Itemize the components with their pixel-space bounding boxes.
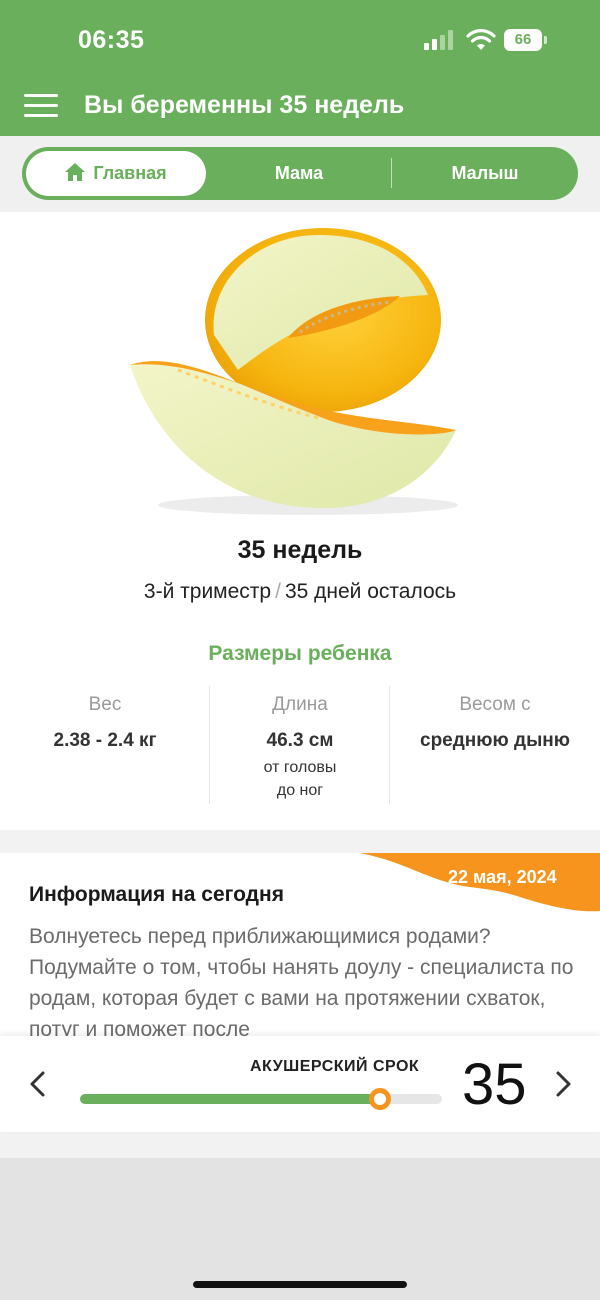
term-slider-panel: АКУШЕРСКИЙ СРОК 35 [0,1036,600,1132]
size-weight: Вес 2.38 - 2.4 кг [15,686,195,752]
size-length-note-line2: до ног [276,782,324,799]
home-icon [65,163,86,181]
tab-home[interactable]: Главная [26,151,206,196]
days-left-text: 35 дней осталось [284,580,457,603]
chevron-right-icon[interactable] [554,1070,574,1098]
home-indicator [193,1281,407,1288]
battery-tip [544,36,547,44]
size-divider [389,686,390,804]
page-title: Вы беременны 35 недель [84,91,405,119]
bottom-area [0,1158,600,1300]
status-time: 06:35 [78,26,145,54]
tab-mama[interactable]: Мама [208,151,390,196]
wifi-icon [466,29,496,50]
week-summary-card: 35 недель 3-й триместр/35 дней осталось … [0,212,600,830]
trimester-line: 3-й триместр/35 дней осталось [0,580,600,604]
tab-bar-container: Главная Мама Малыш [0,136,600,212]
tab-baby[interactable]: Малыш [394,151,576,196]
status-bar: 06:35 66 [0,0,600,80]
trimester-text: 3-й триместр [143,580,272,603]
app-header: 06:35 66 Вы беременны 35 недель [0,0,600,136]
size-length: Длина 46.3 см от головы до ног [210,686,390,802]
weeks-title: 35 недель [237,536,363,564]
chevron-left-icon[interactable] [27,1070,47,1098]
size-weight-value: 2.38 - 2.4 кг [53,730,157,751]
info-text: Волнуетесь перед приближающимися родами?… [29,925,574,1041]
term-label: АКУШЕРСКИЙ СРОК [250,1058,420,1075]
melon-icon [130,228,458,515]
daily-info-card[interactable]: 22 мая, 2024 Информация на сегодня Волну… [0,853,600,1043]
term-slider-thumb[interactable] [369,1088,392,1110]
size-length-value: 46.3 см [266,730,334,751]
size-weight-label: Вес [88,694,122,715]
tab-divider [391,158,392,188]
subline-separator: / [275,580,281,603]
size-comparison-value: среднюю дыню [420,730,570,751]
size-comparison: Весом с среднюю дыню [405,686,585,752]
hamburger-menu-icon[interactable] [24,92,60,120]
tab-home-label: Главная [93,163,167,183]
size-length-label: Длина [272,694,328,715]
term-slider-track[interactable] [80,1088,442,1110]
info-title: Информация на сегодня [29,883,284,906]
info-date: 22 мая, 2024 [448,867,557,887]
current-week-number: 35 [462,1052,527,1117]
cellular-signal-icon [424,30,458,50]
baby-sizes-title: Размеры ребенка [208,642,392,665]
size-comparison-label: Весом с [459,694,531,715]
term-slider-fill [80,1094,381,1104]
size-length-note-line1: от головы [263,759,337,776]
segmented-tabs: Главная Мама Малыш [22,147,578,200]
battery-indicator: 66 [504,29,542,51]
